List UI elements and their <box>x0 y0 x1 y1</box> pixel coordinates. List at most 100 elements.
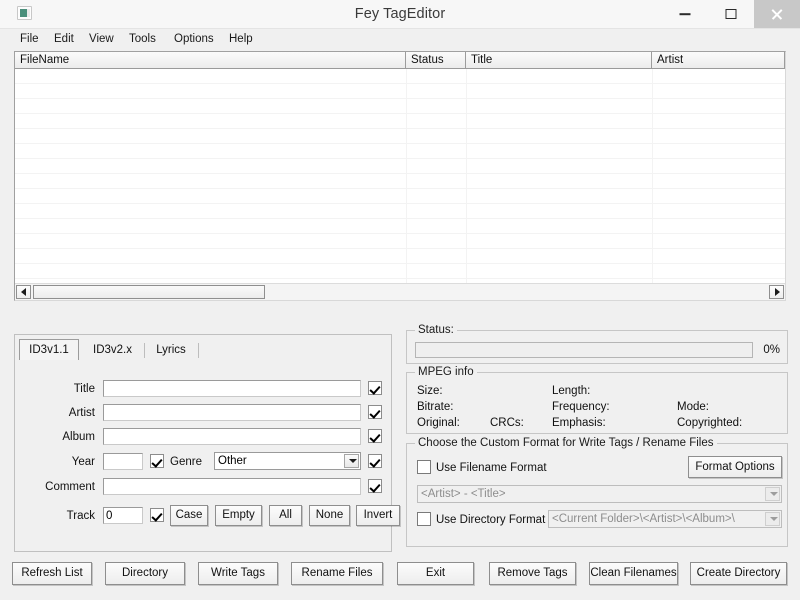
album-label: Album <box>62 431 95 443</box>
column-divider <box>652 159 653 173</box>
mpeg-info-group: MPEG info Size: Length: Bitrate: Frequency:… <box>406 366 788 434</box>
clean-filenames-button[interactable]: Clean Filenames <box>589 562 678 585</box>
column-divider <box>466 264 467 278</box>
table-row[interactable] <box>15 84 785 99</box>
filename-format-combo[interactable]: <Artist> - <Title> <box>417 485 782 503</box>
table-row[interactable] <box>15 189 785 204</box>
menu-item-tools[interactable]: Tools <box>123 29 162 49</box>
comment-input[interactable] <box>103 478 361 495</box>
table-row[interactable] <box>15 249 785 264</box>
column-divider <box>406 99 407 113</box>
invert-button[interactable]: Invert <box>356 505 400 526</box>
table-row[interactable] <box>15 69 785 84</box>
maximize-button[interactable] <box>708 0 754 28</box>
write-tags-button[interactable]: Write Tags <box>198 562 278 585</box>
directory-format-value: <Current Folder>\<Artist>\<Album>\ <box>552 513 735 525</box>
none-button[interactable]: None <box>309 505 350 526</box>
scroll-right-icon[interactable] <box>769 285 784 299</box>
tab-separator <box>144 343 145 358</box>
case-button[interactable]: Case <box>170 505 208 526</box>
column-header-filename[interactable]: FileName <box>15 52 406 68</box>
all-button[interactable]: All <box>269 505 302 526</box>
column-divider <box>652 99 653 113</box>
column-divider <box>652 204 653 218</box>
minimize-button[interactable] <box>662 0 708 28</box>
custom-format-legend: Choose the Custom Format for Write Tags … <box>415 437 717 449</box>
status-group: Status: 0% <box>406 324 788 364</box>
table-row[interactable] <box>15 264 785 279</box>
use-directory-format-checkbox[interactable] <box>417 512 431 526</box>
format-options-button[interactable]: Format Options <box>688 456 782 478</box>
remove-tags-button[interactable]: Remove Tags <box>489 562 576 585</box>
custom-format-group: Choose the Custom Format for Write Tags … <box>406 437 788 547</box>
title-label: Title <box>73 383 95 395</box>
artist-checkbox[interactable] <box>368 405 382 419</box>
table-row[interactable] <box>15 129 785 144</box>
column-divider <box>406 249 407 263</box>
column-divider <box>466 129 467 143</box>
column-header-artist[interactable]: Artist <box>652 52 785 68</box>
empty-button[interactable]: Empty <box>215 505 262 526</box>
mpeg-crcs--label: CRCs: <box>490 417 524 429</box>
mpeg-mode--label: Mode: <box>677 401 709 413</box>
close-button[interactable] <box>754 0 800 28</box>
table-row[interactable] <box>15 144 785 159</box>
exit-button[interactable]: Exit <box>397 562 474 585</box>
menu-item-edit[interactable]: Edit <box>48 29 80 49</box>
track-input[interactable] <box>103 507 143 524</box>
year-checkbox[interactable] <box>150 454 164 468</box>
track-checkbox[interactable] <box>150 508 164 522</box>
column-divider <box>466 234 467 248</box>
column-divider <box>652 144 653 158</box>
file-list-hscrollbar[interactable] <box>15 283 785 300</box>
menu-item-help[interactable]: Help <box>223 29 259 49</box>
column-divider <box>466 84 467 98</box>
column-header-title[interactable]: Title <box>466 52 652 68</box>
scrollbar-thumb[interactable] <box>33 285 265 299</box>
title-checkbox[interactable] <box>368 381 382 395</box>
genre-combo[interactable]: Other <box>214 452 361 470</box>
chevron-down-icon[interactable] <box>344 454 359 468</box>
table-row[interactable] <box>15 99 785 114</box>
table-row[interactable] <box>15 114 785 129</box>
table-row[interactable] <box>15 174 785 189</box>
refresh-list-button[interactable]: Refresh List <box>12 562 92 585</box>
mpeg-info-legend: MPEG info <box>415 366 477 378</box>
use-filename-format-checkbox[interactable] <box>417 460 431 474</box>
column-divider <box>652 219 653 233</box>
column-divider <box>406 189 407 203</box>
comment-checkbox[interactable] <box>368 479 382 493</box>
album-input[interactable] <box>103 428 361 445</box>
progress-bar <box>415 342 753 358</box>
chevron-down-icon[interactable] <box>765 487 780 501</box>
column-divider <box>652 249 653 263</box>
menu-item-view[interactable]: View <box>83 29 120 49</box>
tab-id3v1-1[interactable]: ID3v1.1 <box>19 339 79 360</box>
file-list[interactable]: FileName Status Title Artist <box>14 51 786 301</box>
file-list-body[interactable] <box>15 69 785 300</box>
create-directory-button[interactable]: Create Directory <box>690 562 787 585</box>
genre-checkbox[interactable] <box>368 454 382 468</box>
album-checkbox[interactable] <box>368 429 382 443</box>
tab-lyrics[interactable]: Lyrics <box>146 341 196 360</box>
title-input[interactable] <box>103 380 361 397</box>
table-row[interactable] <box>15 204 785 219</box>
menu-item-options[interactable]: Options <box>168 29 220 49</box>
chevron-down-icon[interactable] <box>765 512 780 526</box>
tab-id3v2-x[interactable]: ID3v2.x <box>83 341 142 360</box>
directory-format-combo[interactable]: <Current Folder>\<Artist>\<Album>\ <box>548 510 782 528</box>
table-row[interactable] <box>15 159 785 174</box>
column-divider <box>652 129 653 143</box>
mpeg-size--label: Size: <box>417 385 443 397</box>
rename-files-button[interactable]: Rename Files <box>291 562 383 585</box>
directory-button[interactable]: Directory <box>105 562 185 585</box>
table-row[interactable] <box>15 219 785 234</box>
progress-percent-label: 0% <box>763 344 780 356</box>
year-input[interactable] <box>103 453 143 470</box>
artist-input[interactable] <box>103 404 361 421</box>
table-row[interactable] <box>15 234 785 249</box>
menu-item-file[interactable]: File <box>14 29 45 49</box>
title-bar: Fey TagEditor <box>0 0 800 29</box>
scroll-left-icon[interactable] <box>16 285 31 299</box>
column-header-status[interactable]: Status <box>406 52 466 68</box>
